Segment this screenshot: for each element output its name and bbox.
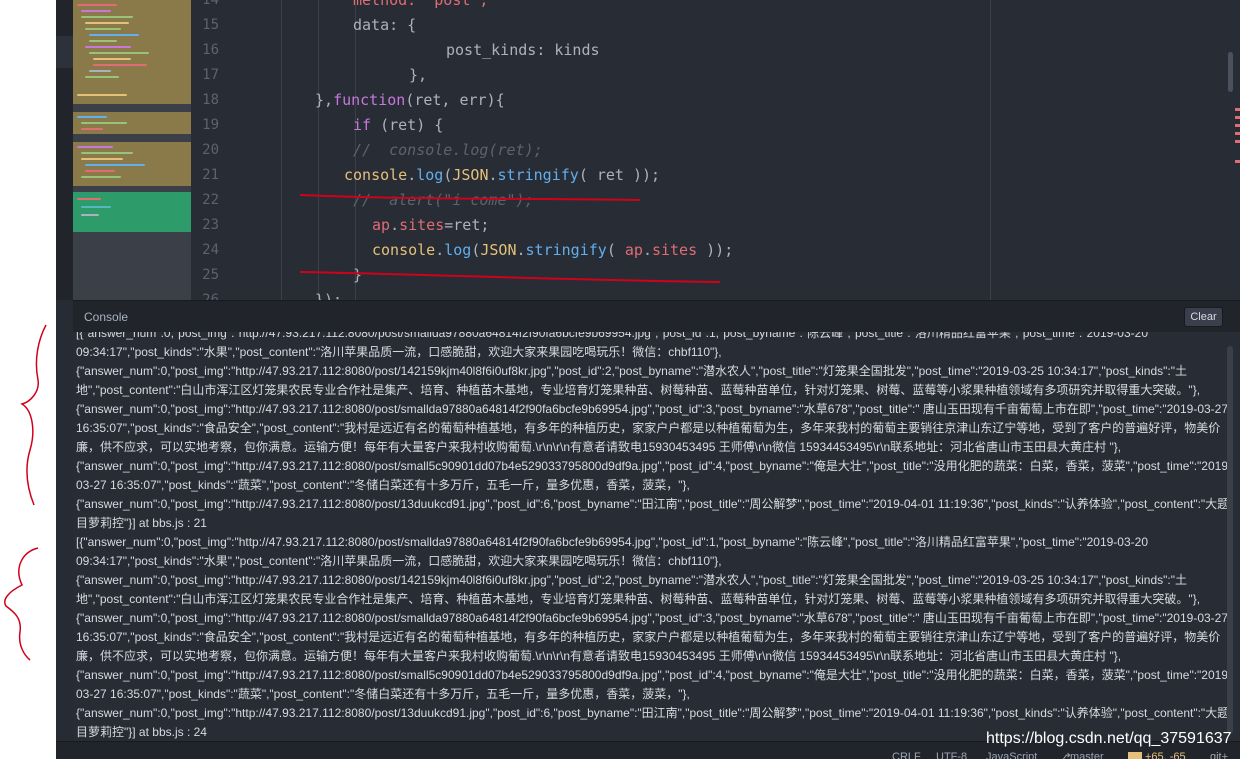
- console-log-line: 03-27 16:35:07","post_kinds":"蔬菜","post_…: [76, 687, 690, 701]
- code-line: if (ret) {: [353, 116, 444, 134]
- console-log-line: [{"answer_num":0,"post_img":"http://47.9…: [76, 332, 1148, 340]
- line-number: 26: [202, 292, 219, 300]
- console-log-line: {"answer_num":0,"post_img":"http://47.93…: [76, 497, 1230, 511]
- tree-view-selected-item[interactable]: [56, 36, 73, 68]
- code-line: });: [315, 291, 343, 300]
- code-line: console.log(JSON.stringify( ret ));: [344, 166, 661, 184]
- scroll-markers: [1235, 0, 1240, 300]
- console-log-line: 03-27 16:35:07","post_kinds":"蔬菜","post_…: [76, 478, 690, 492]
- code-line: },: [409, 66, 428, 84]
- line-number: 18: [202, 92, 219, 108]
- console-log-line: 目萝莉控"}] at bbs.js : 21: [76, 516, 207, 530]
- code-editor[interactable]: 14 15 16 17 18 19 20 21 22 23 24 25 26 m…: [191, 0, 1240, 300]
- console-log-line: 廉，供不应求，可以实地考察，包你满意。运输方便！每年有大量客户来我村收购葡萄.\…: [76, 649, 1122, 663]
- watermark: https://blog.csdn.net/qq_37591637: [986, 730, 1232, 747]
- line-number: 22: [202, 192, 219, 208]
- encoding-indicator[interactable]: UTF-8: [936, 751, 967, 759]
- console-log-line: 16:35:07","post_kinds":"食品安全","post_cont…: [76, 630, 1221, 644]
- git-branch-icon: ⎇: [1058, 752, 1071, 759]
- code-line: ap.sites=ret;: [372, 216, 490, 234]
- line-number: 23: [202, 217, 219, 233]
- line-number: 15: [202, 17, 219, 33]
- clear-console-button[interactable]: Clear: [1184, 307, 1223, 327]
- tree-view-strip[interactable]: [56, 0, 73, 300]
- code-line: }: [353, 266, 363, 284]
- page-margin: [0, 0, 56, 759]
- line-number: 16: [202, 42, 219, 58]
- console-log-line: {"answer_num":0,"post_img":"http://47.93…: [76, 364, 1188, 378]
- line-number: 17: [202, 67, 219, 83]
- console-scrollbar[interactable]: [1227, 346, 1233, 734]
- minimap[interactable]: [73, 0, 191, 300]
- console-log-line: [{"answer_num":0,"post_img":"http://47.9…: [76, 535, 1148, 549]
- git-status[interactable]: git+: [1210, 751, 1228, 759]
- git-diff-icon: [1128, 752, 1142, 759]
- code-line: post_kinds: kinds: [446, 41, 600, 59]
- line-number: 24: [202, 242, 219, 258]
- line-number: 14: [202, 0, 219, 8]
- grammar-indicator[interactable]: JavaScript: [986, 751, 1037, 759]
- console-title: Console: [84, 310, 129, 324]
- console-output[interactable]: [{"answer_num":0,"post_img":"http://47.9…: [73, 332, 1240, 741]
- minimap-viewport: [73, 0, 191, 88]
- code-lines[interactable]: method: "post", data: { post_kinds: kind…: [261, 0, 1161, 300]
- line-number: 25: [202, 267, 219, 283]
- code-line: method: "post",: [353, 0, 489, 9]
- code-line: },function(ret, err){: [315, 91, 505, 109]
- line-number: 21: [202, 167, 219, 183]
- console-panel-header: Console Clear: [73, 300, 1240, 332]
- console-log-line: {"answer_num":0,"post_img":"http://47.93…: [76, 402, 1229, 416]
- console-log-line: 16:35:07","post_kinds":"食品安全","post_cont…: [76, 421, 1221, 435]
- console-log-line: {"answer_num":0,"post_img":"http://47.93…: [76, 611, 1229, 625]
- console-log-line: {"answer_num":0,"post_img":"http://47.93…: [76, 668, 1232, 682]
- git-branch[interactable]: master: [1070, 751, 1104, 759]
- code-line: // console.log(ret);: [353, 141, 543, 159]
- editor-scrollbar[interactable]: [1228, 52, 1233, 92]
- code-line: console.log(JSON.stringify( ap.sites ));: [372, 241, 734, 259]
- line-number: 20: [202, 142, 219, 158]
- git-diff-count[interactable]: +65, -65: [1145, 751, 1186, 759]
- code-line: data: {: [353, 16, 417, 34]
- line-number-gutter: 14 15 16 17 18 19 20 21 22 23 24 25 26: [191, 0, 243, 300]
- atom-editor-window: 14 15 16 17 18 19 20 21 22 23 24 25 26 m…: [56, 0, 1240, 759]
- console-log-line: 地","post_content":"白山市浑江区灯笼果农民专业合作社是集产、培…: [76, 383, 1201, 397]
- console-log-line: 地","post_content":"白山市浑江区灯笼果农民专业合作社是集产、培…: [76, 592, 1201, 606]
- line-ending-indicator[interactable]: CRLF: [892, 751, 921, 759]
- code-line: // alert("i come");: [353, 191, 534, 209]
- console-log-line: {"answer_num":0,"post_img":"http://47.93…: [76, 706, 1230, 720]
- line-number: 19: [202, 117, 219, 133]
- console-log-line: 09:34:17","post_kinds":"水果","post_conten…: [76, 554, 722, 568]
- console-log-line: {"answer_num":0,"post_img":"http://47.93…: [76, 573, 1188, 587]
- console-log-line: {"answer_num":0,"post_img":"http://47.93…: [76, 459, 1232, 473]
- console-log-line: 09:34:17","post_kinds":"水果","post_conten…: [76, 345, 722, 359]
- console-log-line: 廉，供不应求，可以实地考察，包你满意。运输方便！每年有大量客户来我村收购葡萄.\…: [76, 440, 1122, 454]
